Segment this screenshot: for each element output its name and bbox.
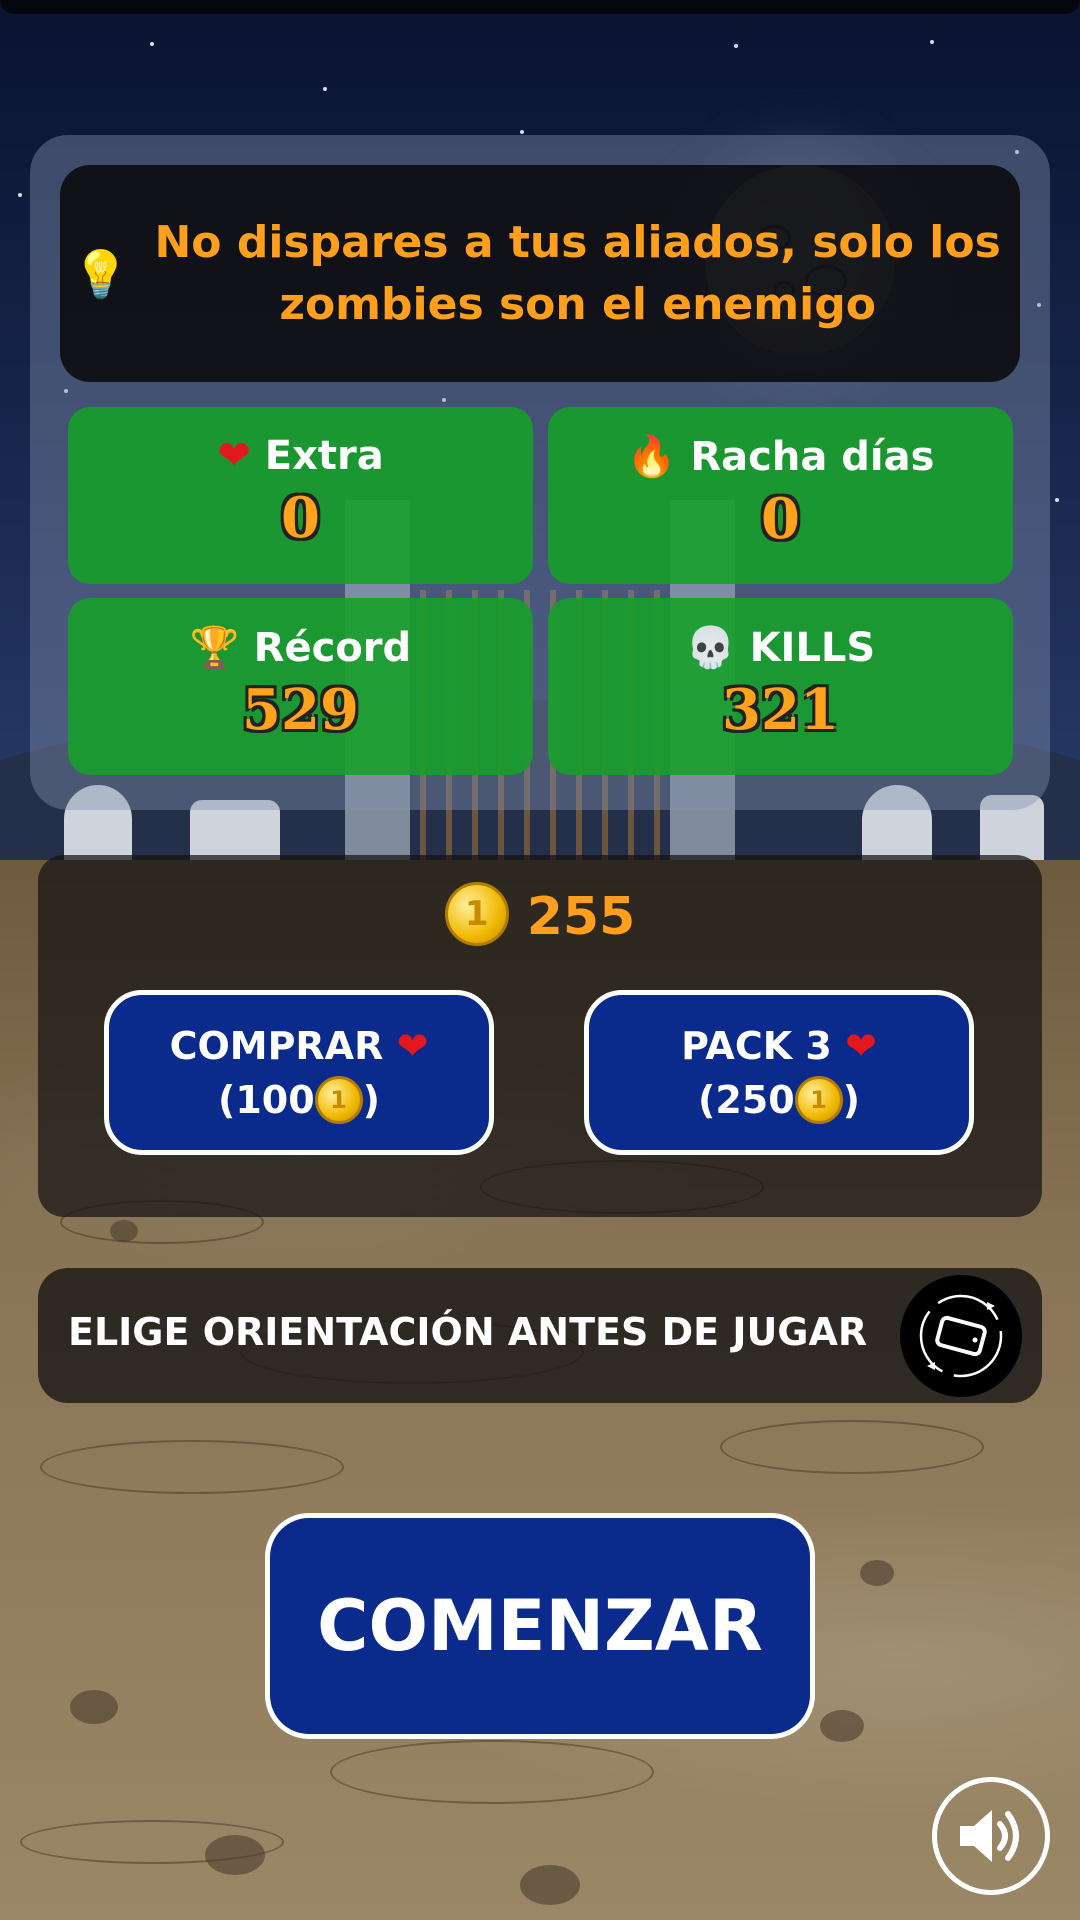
- pebble: [205, 1835, 265, 1875]
- star: [734, 44, 738, 48]
- coin-icon: 1: [444, 882, 509, 946]
- pebble: [70, 1690, 118, 1724]
- kills-value: 321: [722, 677, 839, 743]
- pebble: [860, 1560, 894, 1586]
- streak-label: Racha días: [690, 434, 935, 480]
- sound-toggle-button[interactable]: [932, 1777, 1050, 1895]
- buy-pack-price: (250: [697, 1078, 795, 1122]
- buy-pack-label: PACK 3: [681, 1024, 832, 1068]
- speaker-icon: [960, 1810, 1019, 1862]
- record-card: 🏆 Récord 529: [68, 598, 533, 775]
- rotate-device-icon: [919, 1294, 1003, 1378]
- buy-heart-label: COMPRAR: [169, 1024, 384, 1068]
- record-label: Récord: [253, 625, 412, 671]
- extra-label: Extra: [264, 433, 384, 479]
- star: [1055, 498, 1059, 502]
- ground-texture: [40, 1440, 344, 1494]
- record-value: 529: [242, 677, 359, 743]
- trophy-icon: 🏆: [189, 625, 240, 671]
- buy-heart-price: (100: [217, 1078, 315, 1122]
- buy-heart-button[interactable]: COMPRAR ❤ (100 1): [104, 990, 494, 1155]
- pebble: [820, 1710, 864, 1742]
- skull-icon: 💀: [685, 625, 736, 671]
- start-button[interactable]: COMENZAR: [265, 1513, 815, 1739]
- buy-pack-button[interactable]: PACK 3 ❤ (250 1): [584, 990, 974, 1155]
- tip-text: No dispares a tus aliados, solo los zomb…: [154, 216, 1001, 330]
- star: [930, 40, 934, 44]
- heart-icon: ❤: [845, 1024, 877, 1068]
- star: [323, 87, 327, 91]
- kills-label: KILLS: [749, 625, 876, 671]
- ground-texture: [330, 1740, 654, 1804]
- star: [150, 42, 154, 46]
- star: [18, 193, 22, 197]
- heart-icon: ❤: [396, 1024, 429, 1068]
- pebble: [520, 1865, 580, 1905]
- coin-balance-value: 255: [526, 887, 636, 947]
- ground-texture: [720, 1420, 984, 1474]
- pebble: [110, 1220, 138, 1242]
- extra-lives-card: ❤ Extra 0: [68, 407, 533, 584]
- extra-value: 0: [281, 485, 320, 551]
- orientation-label: ELIGE ORIENTACIÓN ANTES DE JUGAR: [68, 1310, 868, 1354]
- coin-icon: 1: [794, 1075, 843, 1124]
- streak-value: 0: [761, 486, 800, 552]
- kills-card: 💀 KILLS 321: [548, 598, 1013, 775]
- rotate-device-button[interactable]: [900, 1275, 1022, 1397]
- streak-card: 🔥 Racha días 0: [548, 407, 1013, 584]
- heart-icon: ❤: [217, 433, 251, 479]
- tip-banner: 💡 No dispares a tus aliados, solo los zo…: [60, 165, 1020, 382]
- coin-balance: 1 255: [0, 882, 1080, 952]
- star: [520, 130, 524, 134]
- coin-icon: 1: [314, 1075, 363, 1124]
- top-bar: [0, 0, 1080, 14]
- lightbulb-icon: 💡: [72, 246, 130, 301]
- fire-icon: 🔥: [626, 434, 677, 480]
